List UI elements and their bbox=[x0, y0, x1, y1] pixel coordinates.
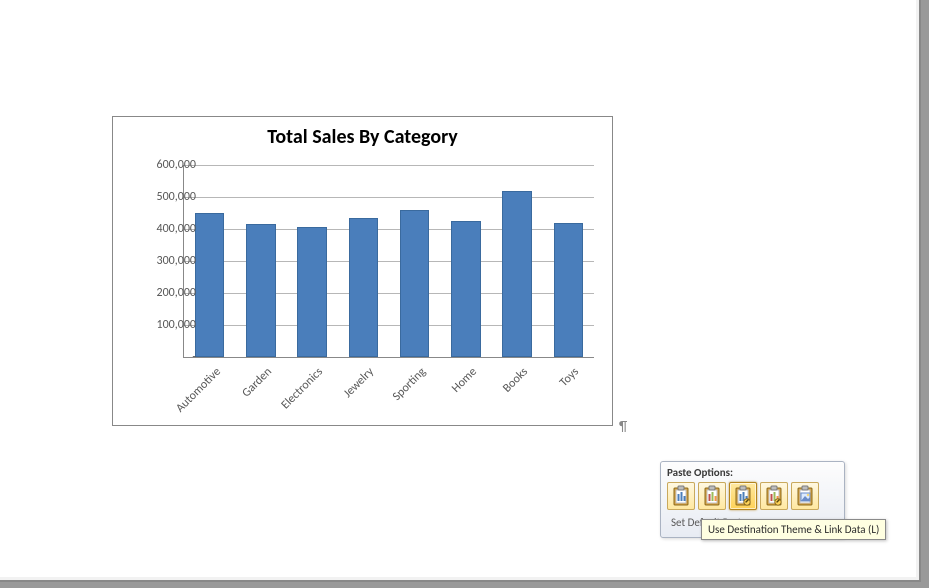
y-tick-label: 300,000 bbox=[140, 254, 196, 268]
bar bbox=[400, 210, 430, 357]
x-tick-label: Books bbox=[479, 365, 531, 417]
bar bbox=[502, 191, 532, 357]
chart-title: Total Sales By Category bbox=[113, 125, 612, 149]
bar bbox=[246, 224, 276, 357]
x-tick-label: Garden bbox=[222, 365, 274, 417]
bar bbox=[554, 223, 584, 357]
y-tick-label: - bbox=[140, 350, 196, 364]
x-tick-label: Automotive bbox=[171, 365, 223, 417]
x-tick-label: Toys bbox=[530, 365, 582, 417]
y-tick-label: 200,000 bbox=[140, 286, 196, 300]
paste-option-keep-source-formatting[interactable] bbox=[698, 482, 726, 510]
paste-options-buttons bbox=[667, 482, 838, 510]
y-tick-label: 400,000 bbox=[140, 222, 196, 236]
document-page: Total Sales By Category - 100,000 200,000 3… bbox=[0, 0, 921, 582]
x-tick-label: Jewelry bbox=[325, 365, 377, 417]
y-tick-label: 500,000 bbox=[140, 190, 196, 204]
paste-tooltip: Use Destination Theme & Link Data (L) bbox=[701, 519, 886, 540]
bar bbox=[297, 227, 327, 357]
paste-option-use-dest-theme-link-data[interactable] bbox=[729, 482, 757, 510]
bar bbox=[349, 218, 379, 357]
paste-option-use-dest-theme-chart[interactable] bbox=[667, 482, 695, 510]
chart-container[interactable]: Total Sales By Category - 100,000 200,000 3… bbox=[112, 116, 613, 426]
x-tick-label: Electronics bbox=[274, 365, 326, 417]
plot-area bbox=[183, 165, 594, 358]
bar bbox=[195, 213, 225, 357]
x-tick-label: Home bbox=[427, 365, 479, 417]
y-tick-label: 600,000 bbox=[140, 158, 196, 172]
paste-option-picture[interactable] bbox=[791, 482, 819, 510]
paste-option-keep-source-link-data[interactable] bbox=[760, 482, 788, 510]
x-tick-label: Sporting bbox=[376, 365, 428, 417]
y-tick-label: 100,000 bbox=[140, 318, 196, 332]
paste-options-title: Paste Options: bbox=[667, 466, 838, 479]
bar bbox=[451, 221, 481, 357]
gridline bbox=[184, 197, 594, 198]
gridline bbox=[184, 165, 594, 166]
paragraph-mark: ¶ bbox=[619, 418, 627, 435]
